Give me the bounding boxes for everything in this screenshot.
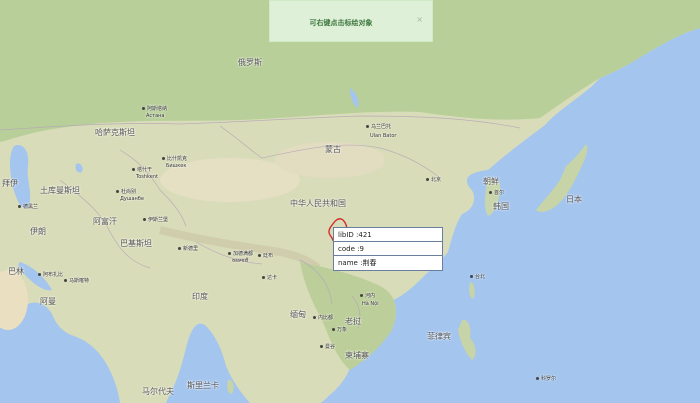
label-iraq-partial: 拜伊 xyxy=(2,179,18,188)
label-south-korea: 韩国 xyxy=(493,202,509,211)
label-burma: 缅甸 xyxy=(290,310,306,319)
label-maldives: 马尔代夫 xyxy=(142,387,174,396)
map-basemap xyxy=(0,0,700,403)
label-sri-lanka: 斯里兰卡 xyxy=(187,381,219,390)
label-tashkent-local: Toshkent xyxy=(136,174,158,180)
label-laos: 老挝 xyxy=(345,317,361,326)
label-turkmenistan: 土库曼斯坦 xyxy=(40,186,80,195)
popup-row-libid: libID :421 xyxy=(334,228,442,242)
label-koror: 科罗尔 xyxy=(536,377,556,382)
label-mongolia: 蒙古 xyxy=(325,145,341,154)
label-seoul: 首尔 xyxy=(489,191,504,196)
popup-key: libID xyxy=(338,231,354,239)
popup-row-name: name :荆春 xyxy=(338,259,377,267)
label-ulaanbaatar-cn: 乌兰巴托 xyxy=(366,125,391,130)
label-astana-cn: 阿斯塔纳 xyxy=(142,107,167,112)
label-beijing: 北京 xyxy=(426,178,441,183)
label-afghanistan: 阿富汗 xyxy=(93,217,117,226)
label-hanoi-cn: 河内 xyxy=(360,294,375,299)
label-thimphu: 廷布 xyxy=(258,254,273,259)
popup-value: 9 xyxy=(359,245,364,253)
label-vientiane: 万象 xyxy=(332,328,347,333)
label-bishkek-local: Бишкек xyxy=(166,163,187,169)
label-pakistan: 巴基斯坦 xyxy=(120,239,152,248)
label-dushanbe-cn: 杜尚别 xyxy=(116,190,136,195)
label-russia: 俄罗斯 xyxy=(238,58,262,67)
label-astana-local: Астана xyxy=(146,113,165,119)
label-cambodia: 柬埔寨 xyxy=(345,351,369,360)
label-china: 中华人民共和国 xyxy=(290,199,346,208)
label-bahrain: 巴林 xyxy=(8,267,24,276)
popup-row-code: code :9 xyxy=(334,242,442,256)
label-kathmandu-local: काठमाडौं xyxy=(232,258,249,264)
popup-key: code xyxy=(338,245,355,253)
notification-toast: 可右键点击标绘对象 × xyxy=(269,0,433,42)
label-new-delhi: 新德里 xyxy=(178,247,198,252)
feature-info-popup: libID :421 code :9 name :荆春 xyxy=(333,227,443,271)
label-kathmandu-cn: 加德满都 xyxy=(228,252,253,257)
map-canvas[interactable]: 俄罗斯 阿斯塔纳 Астана 哈萨克斯坦 乌兰巴托 Ulan Bator 蒙古… xyxy=(0,0,700,403)
label-japan: 日本 xyxy=(566,195,582,204)
label-philippines: 菲律宾 xyxy=(427,332,451,341)
label-iran: 伊朗 xyxy=(30,227,46,236)
label-dhaka: 达卡 xyxy=(262,276,277,281)
popup-value: 荆春 xyxy=(362,259,377,267)
label-muscat: 马斯喀特 xyxy=(64,279,89,284)
label-india: 印度 xyxy=(192,292,208,301)
label-kazakhstan: 哈萨克斯坦 xyxy=(95,128,135,137)
close-icon[interactable]: × xyxy=(416,15,423,24)
popup-value: 421 xyxy=(358,231,372,239)
label-naypyidaw: 内比都 xyxy=(313,316,333,321)
label-taipei: 台北 xyxy=(470,275,485,280)
label-bishkek-cn: 比什凯克 xyxy=(162,157,187,162)
label-islamabad: 伊斯兰堡 xyxy=(143,218,168,223)
label-tehran: 德黑兰 xyxy=(18,205,38,210)
label-hanoi-local: Hà Nội xyxy=(362,301,379,307)
label-north-korea: 朝鲜 xyxy=(483,177,499,186)
label-abu-dhabi: 阿布扎比 xyxy=(38,273,63,278)
label-bangkok: 曼谷 xyxy=(320,345,335,350)
popup-key: name xyxy=(338,259,358,267)
notification-message: 可右键点击标绘对象 xyxy=(309,19,373,27)
label-ulaanbaatar-local: Ulan Bator xyxy=(370,133,397,139)
label-oman: 阿曼 xyxy=(40,297,56,306)
label-tashkent-cn: 塔什干 xyxy=(132,168,152,173)
label-dushanbe-local: Душанбе xyxy=(120,196,144,202)
